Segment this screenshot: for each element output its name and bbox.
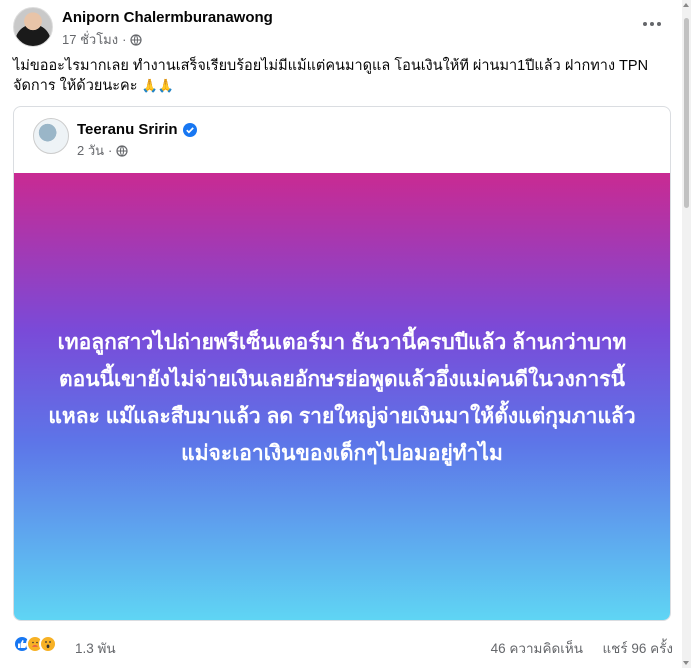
shared-post-card[interactable]: Teeranu Sririn 2 วัน · เทอลูกสาวไปถ่ายพร…	[13, 106, 671, 621]
shared-post-meta: 2 วัน ·	[77, 140, 128, 161]
post-text: ไม่ขออะไรมากเลย ทำงานเสร็จเรียบร้อยไม่มี…	[13, 56, 663, 96]
reaction-icons[interactable]	[13, 635, 57, 653]
dot-icon	[657, 22, 661, 26]
more-options-button[interactable]	[640, 14, 664, 34]
shared-post-timestamp[interactable]: 2 วัน	[77, 140, 104, 161]
colored-background-post: เทอลูกสาวไปถ่ายพรีเซ็นเตอร์มา ธันวานี้คร…	[14, 173, 670, 620]
globe-icon	[130, 33, 143, 46]
pray-emoji-icon: 🙏🙏	[141, 78, 174, 93]
author-avatar[interactable]	[13, 7, 53, 47]
verified-badge-icon	[182, 122, 197, 137]
post-meta: 17 ชั่วโมง ·	[62, 29, 143, 50]
shared-author-avatar[interactable]	[33, 118, 69, 154]
meta-separator: ·	[108, 143, 113, 158]
scroll-up-icon[interactable]	[683, 3, 689, 7]
reaction-count[interactable]: 1.3 พัน	[75, 637, 116, 659]
meta-separator: ·	[122, 32, 127, 47]
feed-post: Aniporn Chalermburanawong 17 ชั่วโมง · ไ…	[0, 0, 682, 668]
post-timestamp[interactable]: 17 ชั่วโมง	[62, 29, 118, 50]
comment-count[interactable]: 46 ความคิดเห็น	[491, 637, 583, 659]
post-footer: 1.3 พัน 46 ความคิดเห็น แชร์ 96 ครั้ง	[13, 632, 673, 656]
dot-icon	[650, 22, 654, 26]
scrollbar-thumb[interactable]	[684, 18, 689, 208]
background-post-text: เทอลูกสาวไปถ่ายพรีเซ็นเตอร์มา ธันวานี้คร…	[48, 330, 636, 465]
shared-author-name[interactable]: Teeranu Sririn	[77, 121, 178, 138]
post-text-body: ไม่ขออะไรมากเลย ทำงานเสร็จเรียบร้อยไม่มี…	[13, 58, 649, 94]
dot-icon	[643, 22, 647, 26]
wow-icon	[39, 635, 57, 653]
globe-icon	[116, 144, 128, 157]
scroll-down-icon[interactable]	[683, 661, 689, 665]
shared-author-row: Teeranu Sririn	[77, 121, 197, 138]
post-author-name[interactable]: Aniporn Chalermburanawong	[62, 9, 273, 26]
share-count[interactable]: แชร์ 96 ครั้ง	[602, 637, 673, 659]
scrollbar[interactable]	[682, 0, 691, 668]
